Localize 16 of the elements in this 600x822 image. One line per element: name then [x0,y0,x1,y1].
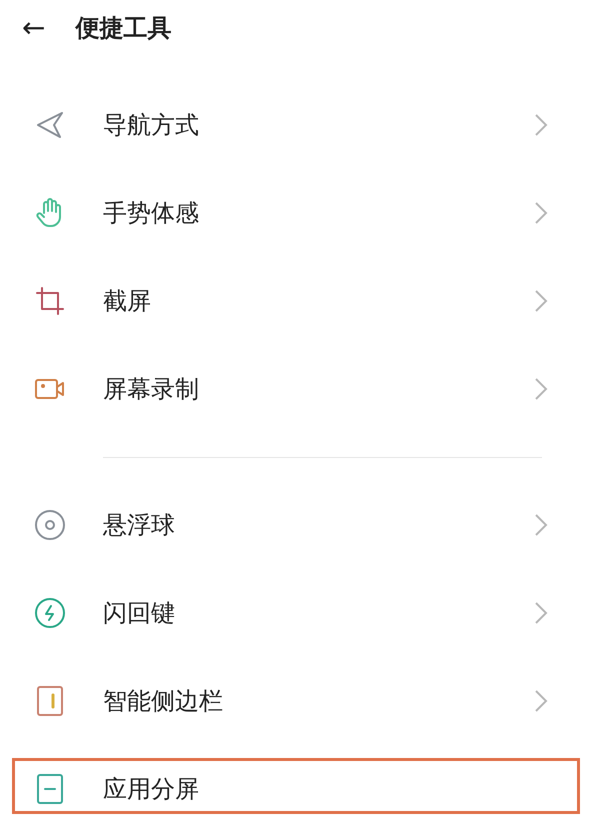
menu-item-label[interactable]: 屏幕录制 [103,373,534,405]
menu-item-label[interactable]: 智能侧边栏 [103,685,534,717]
floating-ball-icon [34,509,66,541]
split-screen-icon [34,773,66,805]
page-title: 便捷工具 [75,13,172,44]
triangle-icon [34,109,66,141]
menu-item-label[interactable]: 应用分屏 [103,773,548,805]
menu-item-label[interactable]: 导航方式 [103,109,534,141]
crop-icon [34,285,66,317]
lightning-icon [34,597,66,629]
back-button[interactable]: ← [22,14,46,42]
menu-item-label[interactable]: 手势体感 [103,197,534,229]
sidebar-icon [34,685,66,717]
menu-item-label[interactable]: 悬浮球 [103,509,534,541]
menu-item-label[interactable]: 截屏 [103,285,534,317]
menu-item-label[interactable]: 闪回键 [103,597,534,629]
